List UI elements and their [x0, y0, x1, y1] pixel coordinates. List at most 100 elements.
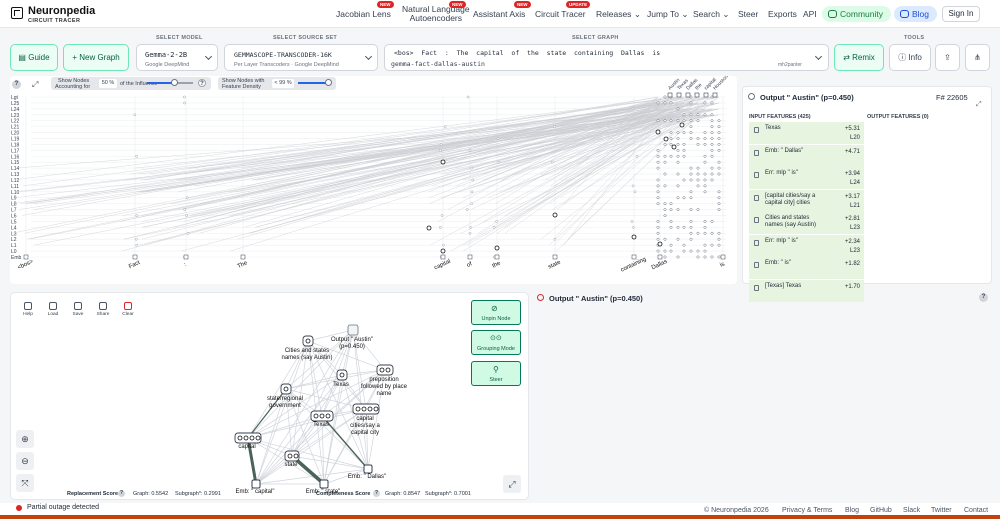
feature-node[interactable]: [682, 196, 686, 200]
expand-icon[interactable]: ⤢: [503, 475, 521, 493]
pinned-feature-node[interactable]: [631, 234, 637, 240]
checkbox-icon[interactable]: [754, 239, 759, 246]
feature-node[interactable]: [135, 154, 138, 158]
embedding-node[interactable]: [467, 254, 473, 260]
feature-node[interactable]: [710, 101, 714, 105]
input-feature-row[interactable]: Err: mlp " is" +3.94 L24: [749, 167, 864, 189]
token-label[interactable]: is: [719, 261, 725, 268]
feature-node[interactable]: [696, 178, 700, 182]
feature-node[interactable]: [186, 231, 190, 235]
pinned-feature-node[interactable]: [494, 245, 500, 251]
feature-node[interactable]: [656, 178, 660, 182]
feature-node[interactable]: [468, 231, 472, 235]
feature-node[interactable]: [689, 137, 693, 140]
embedding-node[interactable]: [440, 254, 446, 260]
feature-node[interactable]: [689, 119, 693, 123]
feature-node[interactable]: [689, 208, 693, 212]
input-feature-row[interactable]: Emb: " is" +1.82: [749, 257, 864, 279]
token-label[interactable]: capital: [433, 259, 451, 272]
guide-button[interactable]: ▤ Guide: [10, 44, 58, 71]
feature-node[interactable]: [703, 225, 707, 229]
density-slider-thumb[interactable]: [325, 79, 332, 86]
brand-name[interactable]: Neuronpedia: [28, 5, 95, 17]
unpin-node-button[interactable]: ⊘ Unpin Node: [471, 300, 521, 325]
output-node[interactable]: [347, 324, 359, 336]
feature-node[interactable]: [717, 160, 721, 164]
feature-node[interactable]: [682, 249, 686, 253]
feature-node[interactable]: [440, 214, 444, 217]
feature-node[interactable]: [696, 231, 700, 235]
feature-node[interactable]: [663, 95, 667, 99]
feature-node[interactable]: [703, 154, 707, 158]
feature-node[interactable]: [471, 178, 475, 182]
feature-node[interactable]: [717, 208, 721, 212]
feature-node[interactable]: [696, 184, 700, 188]
embedding-node[interactable]: [183, 254, 189, 260]
feature-node[interactable]: [717, 231, 721, 235]
feature-node[interactable]: [135, 243, 139, 247]
feature-node[interactable]: [696, 255, 700, 259]
feature-node[interactable]: [669, 154, 673, 158]
feature-node[interactable]: [682, 154, 686, 158]
feature-node[interactable]: [689, 196, 693, 200]
feature-node[interactable]: [696, 172, 700, 176]
nav-circuit-tracer[interactable]: Circuit Tracer: [535, 9, 586, 19]
feature-node[interactable]: [438, 148, 442, 152]
feature-node[interactable]: [669, 225, 673, 229]
embedding-node[interactable]: [240, 254, 246, 260]
feature-node[interactable]: [656, 219, 660, 223]
embedding-node[interactable]: [494, 254, 500, 260]
embedding-node[interactable]: [132, 254, 138, 260]
feature-node[interactable]: [669, 137, 673, 140]
feature-node[interactable]: [676, 142, 680, 146]
feature-node[interactable]: [676, 237, 680, 241]
feature-node[interactable]: [663, 142, 667, 146]
feature-node[interactable]: [663, 172, 667, 176]
feature-node[interactable]: [689, 190, 693, 194]
feature-node[interactable]: [682, 142, 686, 146]
token-label[interactable]: of: [466, 261, 473, 269]
token-label[interactable]: Fact: [128, 260, 141, 271]
feature-node[interactable]: [696, 137, 700, 140]
feature-node[interactable]: [717, 255, 721, 259]
zoom-out-icon[interactable]: ⊖: [16, 452, 34, 470]
output-node[interactable]: [667, 92, 673, 98]
feature-node[interactable]: [676, 148, 680, 152]
input-feature-row[interactable]: [Texas] Texas +1.70: [749, 279, 864, 302]
feature-node[interactable]: [717, 148, 721, 152]
footer-twitter-link[interactable]: Twitter: [931, 507, 952, 514]
feature-node[interactable]: [663, 119, 667, 123]
subgraph-tool-save[interactable]: Save: [68, 302, 88, 322]
feature-node[interactable]: [682, 178, 686, 182]
feature-node[interactable]: [492, 226, 496, 229]
feature-node[interactable]: [656, 249, 660, 253]
input-feature-row[interactable]: Texas +5.31 L20: [749, 122, 864, 144]
feature-node[interactable]: [717, 131, 721, 135]
help-icon[interactable]: ?: [373, 490, 380, 497]
influence-input[interactable]: 50 %: [99, 79, 117, 88]
feature-node[interactable]: [682, 119, 686, 123]
blog-button[interactable]: Blog: [894, 6, 938, 22]
embedding-node[interactable]: [552, 254, 558, 260]
feature-node[interactable]: [553, 125, 556, 128]
pinned-feature-node[interactable]: [426, 225, 432, 231]
community-button[interactable]: Community: [822, 6, 891, 22]
feature-node[interactable]: [669, 101, 673, 105]
feature-node[interactable]: [710, 231, 714, 235]
feature-node[interactable]: [663, 255, 667, 259]
feature-node[interactable]: [717, 137, 721, 140]
feature-node[interactable]: [703, 255, 707, 259]
pinned-feature-node[interactable]: [440, 248, 446, 254]
feature-node[interactable]: [703, 131, 707, 135]
model-select[interactable]: Gemma-2-2B Google DeepMind: [136, 44, 218, 71]
feature-node[interactable]: [710, 154, 714, 158]
feature-node[interactable]: [710, 166, 714, 170]
feature-node[interactable]: [656, 101, 660, 105]
feature-node[interactable]: [669, 208, 673, 212]
input-feature-row[interactable]: Err: mlp " is" +2.34 L23: [749, 234, 864, 257]
influence-slider-thumb[interactable]: [171, 79, 178, 86]
neuronpedia-logo-icon[interactable]: [11, 7, 23, 19]
feature-node[interactable]: [717, 125, 721, 129]
checkbox-icon[interactable]: [754, 149, 759, 156]
feature-node[interactable]: [710, 219, 714, 223]
